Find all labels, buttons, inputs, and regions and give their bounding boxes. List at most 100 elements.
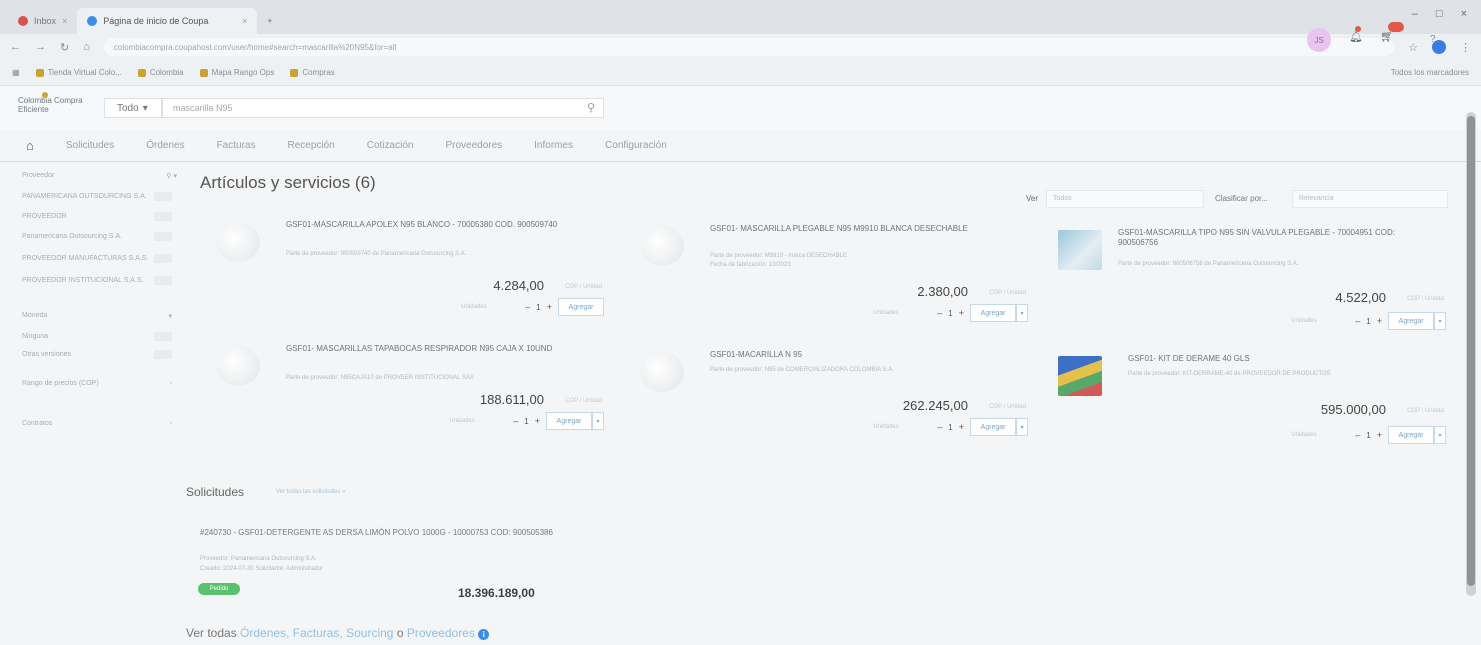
- info-icon[interactable]: i: [478, 629, 490, 640]
- add-button[interactable]: Agregar: [1388, 312, 1434, 330]
- item-name[interactable]: GSF01-MASCARILLA TIPO N95 SIN VALVULA PL…: [1118, 228, 1418, 248]
- chevron-down-icon[interactable]: ▾: [1434, 312, 1446, 330]
- qty-increase[interactable]: +: [1377, 316, 1382, 326]
- search-input[interactable]: mascarilla N95 ⚲: [162, 98, 604, 118]
- add-button[interactable]: Agregar: [1388, 426, 1434, 444]
- scrollbar-thumb[interactable]: [1467, 116, 1475, 586]
- qty-increase[interactable]: +: [959, 308, 964, 318]
- qty-input[interactable]: 1: [948, 309, 952, 318]
- uom-select[interactable]: Unidades: [1291, 314, 1349, 328]
- qty-input[interactable]: 1: [1366, 317, 1370, 326]
- qty-decrease[interactable]: –: [937, 308, 942, 318]
- add-button[interactable]: Agregar: [546, 412, 592, 430]
- qty-input[interactable]: 1: [524, 417, 528, 426]
- browser-tab-inbox[interactable]: Inbox ×: [8, 8, 77, 34]
- filter-header-contracts[interactable]: Contratos ›: [22, 420, 172, 427]
- nav-item-recepcion[interactable]: Recepción: [287, 140, 334, 151]
- close-icon[interactable]: ×: [242, 16, 247, 26]
- avatar[interactable]: JS: [1307, 28, 1331, 52]
- qty-decrease[interactable]: –: [513, 416, 518, 426]
- uom-select[interactable]: Unidades: [461, 300, 519, 314]
- add-button[interactable]: Agregar: [970, 304, 1016, 322]
- qty-decrease[interactable]: –: [937, 422, 942, 432]
- product-image[interactable]: [640, 226, 684, 266]
- nav-item-facturas[interactable]: Facturas: [217, 140, 256, 151]
- invoices-link[interactable]: Facturas,: [293, 626, 343, 640]
- product-image[interactable]: [640, 352, 684, 392]
- back-icon[interactable]: ←: [10, 41, 21, 53]
- nav-item-cotizacion[interactable]: Cotización: [367, 140, 414, 151]
- chevron-down-icon[interactable]: ▾: [1016, 304, 1028, 322]
- product-image[interactable]: [1058, 356, 1102, 396]
- filter-option[interactable]: PROVEEDOR MANUFACTURAS S.A.S.: [22, 254, 172, 263]
- product-image[interactable]: [1058, 230, 1102, 270]
- forward-icon[interactable]: →: [35, 41, 46, 53]
- orders-link[interactable]: Órdenes,: [240, 626, 289, 640]
- requisition-name[interactable]: #240730 - GSF01-DETERGENTE AS DERSA LIMÓ…: [200, 528, 570, 538]
- app-logo[interactable]: Colombia Compra Eficiente: [18, 92, 88, 120]
- bookmark-item[interactable]: Colombia: [137, 68, 184, 77]
- item-name[interactable]: GSF01- MASCARILLAS TAPABOCAS RESPIRADOR …: [286, 344, 586, 354]
- star-icon[interactable]: ☆: [1408, 41, 1418, 54]
- item-name[interactable]: gsf01- MASCARILLA PLEGABLE N95 M9910 BLA…: [710, 224, 1010, 234]
- product-image[interactable]: [216, 222, 260, 262]
- reload-icon[interactable]: ↻: [60, 41, 69, 54]
- nav-item-ordenes[interactable]: Órdenes: [146, 140, 184, 151]
- qty-increase[interactable]: +: [547, 302, 552, 312]
- filter-option[interactable]: Otras versiones: [22, 350, 172, 359]
- home-nav-icon[interactable]: ⌂: [26, 138, 34, 153]
- cart-icon[interactable]: 🛒︎: [1380, 22, 1404, 43]
- filter-header-currency[interactable]: Moneda ▾: [22, 312, 172, 320]
- uom-select[interactable]: Unidades: [873, 420, 931, 434]
- filter-option[interactable]: Ninguna: [22, 332, 172, 341]
- chevron-down-icon[interactable]: ▾: [1016, 418, 1028, 436]
- nav-item-configuracion[interactable]: Configuración: [605, 140, 667, 151]
- nav-item-informes[interactable]: Informes: [534, 140, 573, 151]
- item-name[interactable]: GSF01-MASCARILLA APOLEX N95 BLANCO - 700…: [286, 220, 586, 230]
- filter-search-icon[interactable]: ⚲ ▾: [166, 172, 177, 180]
- nav-item-solicitudes[interactable]: Solicitudes: [66, 140, 114, 151]
- apps-icon[interactable]: ▦: [12, 68, 20, 77]
- chevron-down-icon[interactable]: ▾: [1434, 426, 1446, 444]
- close-icon[interactable]: ×: [62, 16, 67, 26]
- close-window-icon[interactable]: ×: [1461, 8, 1467, 20]
- page-scrollbar[interactable]: [1466, 112, 1476, 596]
- qty-input[interactable]: 1: [948, 423, 952, 432]
- see-all-requisitions-link[interactable]: Ver todas las solicitudes »: [276, 489, 345, 495]
- minimize-icon[interactable]: –: [1412, 8, 1418, 20]
- all-bookmarks-link[interactable]: Todos los marcadores: [1391, 68, 1469, 77]
- menu-dots-icon[interactable]: ⋮: [1460, 41, 1471, 54]
- browser-tab-coupa[interactable]: Página de inicio de Coupa ×: [77, 8, 258, 34]
- item-name[interactable]: GSF01- KIT DE DERAME 40 GLS: [1128, 354, 1428, 364]
- filter-option[interactable]: PROVEEDOR INSTITUCIONAL S.A.S.: [22, 276, 172, 285]
- filter-option[interactable]: Panamericana Outsourcing S.A.: [22, 232, 172, 241]
- bookmark-item[interactable]: Compras: [290, 68, 335, 77]
- help-icon[interactable]: ?: [1430, 34, 1436, 45]
- qty-increase[interactable]: +: [535, 416, 540, 426]
- bookmark-item[interactable]: Tienda Virtual Colo...: [35, 68, 122, 77]
- nav-item-proveedores[interactable]: Proveedores: [445, 140, 502, 151]
- uom-select[interactable]: Unidades: [873, 306, 931, 320]
- view-select[interactable]: Todos: [1046, 190, 1204, 208]
- chevron-down-icon[interactable]: ▾: [592, 412, 604, 430]
- uom-select[interactable]: Unidades: [1291, 428, 1349, 442]
- uom-select[interactable]: Unidades: [449, 414, 507, 428]
- suppliers-link[interactable]: Proveedores: [407, 626, 475, 640]
- add-button[interactable]: Agregar: [558, 298, 604, 316]
- sort-select[interactable]: Relevancia: [1292, 190, 1448, 208]
- sourcing-link[interactable]: Sourcing: [346, 626, 393, 640]
- qty-input[interactable]: 1: [536, 303, 540, 312]
- filter-header-supplier[interactable]: Proveedor ⚲ ▾: [22, 172, 177, 180]
- qty-decrease[interactable]: –: [1355, 430, 1360, 440]
- qty-input[interactable]: 1: [1366, 431, 1370, 440]
- filter-option[interactable]: PROVEEDOR: [22, 212, 172, 221]
- qty-increase[interactable]: +: [959, 422, 964, 432]
- search-scope-select[interactable]: Todo ▾: [104, 98, 162, 118]
- filter-option[interactable]: PANAMERICANA OUTSOURCING S.A.: [22, 192, 172, 201]
- url-field[interactable]: colombiacompra.coupahost.com/user/home#s…: [103, 38, 1395, 56]
- new-tab-button[interactable]: +: [257, 8, 282, 34]
- qty-decrease[interactable]: –: [525, 302, 530, 312]
- item-name[interactable]: GSF01-MACARILLA N 95: [710, 350, 1010, 360]
- qty-increase[interactable]: +: [1377, 430, 1382, 440]
- notifications-icon[interactable]: 🔔︎: [1349, 26, 1363, 43]
